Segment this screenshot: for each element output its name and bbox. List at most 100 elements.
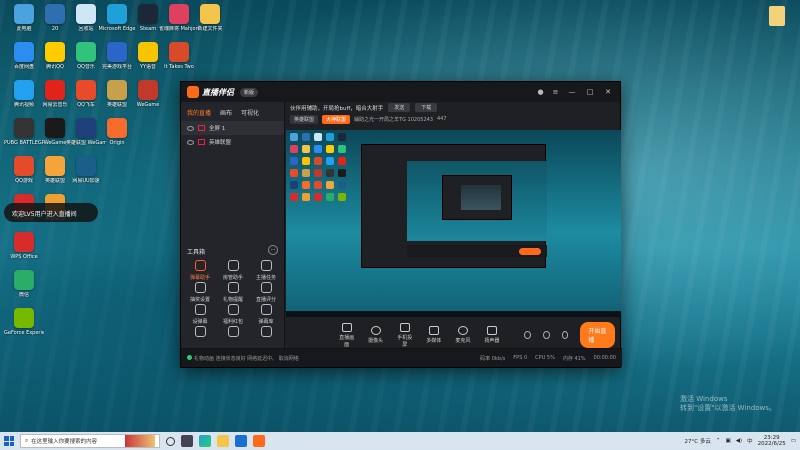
ime-indicator[interactable]: 中 [747, 437, 753, 445]
desktop-icon[interactable]: 新建文件夹 [190, 4, 230, 32]
preview-icon [338, 181, 346, 189]
preview-icon [314, 169, 322, 177]
edge-icon[interactable] [199, 435, 211, 447]
preview-icon [314, 181, 322, 189]
source-control-button[interactable]: 扬声器 [483, 326, 500, 344]
version-badge[interactable]: 新版 [240, 87, 259, 97]
scene-item[interactable]: 全屏 1 [181, 121, 284, 135]
desktop-icon[interactable]: Origin [97, 118, 137, 146]
desktop-file-icon[interactable] [766, 6, 788, 26]
status-memory: 内存 41% [562, 355, 586, 362]
toolbox-item[interactable]: 直播评分 [251, 282, 281, 303]
preview-icon [302, 145, 310, 153]
app-titlebar: 直播伴侣 新版 ● ≡ — □ ✕ [181, 82, 620, 102]
desktop-icon-label: Origin [109, 140, 125, 146]
search-banner [125, 435, 155, 447]
app-icon [14, 4, 34, 24]
preview-icon [290, 169, 298, 177]
category-tag[interactable]: 英雄联盟 [290, 114, 319, 124]
toolbox-item[interactable]: 抽奖设置 [185, 282, 215, 303]
close-button[interactable]: ✕ [602, 88, 614, 96]
menu-icon[interactable]: ≡ [551, 88, 560, 97]
taskbar-search[interactable]: ⌕ 在这里输入你要搜索的内容 [20, 434, 160, 448]
file-explorer-icon[interactable] [217, 435, 229, 447]
app-icon [45, 80, 65, 100]
start-live-button[interactable]: 开始直播 [580, 322, 615, 348]
category-tag[interactable]: 大神联盟 [322, 114, 351, 124]
tool-label: 弹幕库 [258, 319, 274, 325]
toolbox-item[interactable]: 弹幕助手 [185, 260, 215, 281]
preview-icon [326, 181, 334, 189]
toolbox-item[interactable] [218, 326, 248, 340]
tool-label: 房管助手 [222, 275, 243, 281]
desktop-icon[interactable]: 网易UU加速 [66, 156, 106, 184]
toolbox-item[interactable]: 房管助手 [218, 260, 248, 281]
app-icon [76, 4, 96, 24]
tab-my-live[interactable]: 我的直播 [187, 108, 211, 117]
start-button[interactable] [4, 436, 14, 446]
toolbox-item[interactable]: 主播任务 [251, 260, 281, 281]
preview-icon [326, 145, 334, 153]
source-control-label: 摄像头 [368, 338, 384, 344]
weather-widget[interactable]: 27°C 多云 [685, 437, 711, 445]
maximize-button[interactable]: □ [584, 88, 596, 96]
scene-item[interactable]: 英雄联盟 [181, 135, 284, 149]
tool-label: 礼物提醒 [222, 297, 243, 303]
toolbox-item[interactable] [251, 326, 281, 340]
toolbox-item[interactable]: 设弹幕 [185, 304, 215, 325]
preview-icon [302, 169, 310, 177]
search-icon: ⌕ [25, 437, 29, 444]
source-control-button[interactable]: 直播画面 [338, 322, 355, 348]
volume-icon[interactable]: ◀) [736, 438, 742, 444]
settings-icon[interactable] [561, 331, 569, 339]
eye-icon[interactable] [187, 125, 194, 131]
toolbox-item[interactable]: 弹幕库 [251, 304, 281, 325]
more-icon[interactable]: ··· [268, 245, 278, 255]
source-control-icon [486, 326, 497, 335]
source-control-button[interactable]: 麦克风 [454, 326, 471, 344]
desktop-icon[interactable]: It Takes Two [159, 42, 199, 70]
toolbox-item[interactable] [185, 326, 215, 340]
notice-download-button[interactable]: 下载 [415, 103, 438, 112]
preview-icon [290, 133, 298, 141]
tab-canvas[interactable]: 画布 [220, 108, 232, 117]
toolbox-item[interactable]: 福利红包 [218, 304, 248, 325]
desktop-icon[interactable]: GeForce Experience [4, 308, 44, 336]
source-control-button[interactable]: 摄像头 [367, 326, 384, 344]
desktop-icon[interactable]: 微信 [4, 270, 44, 298]
tool-label: 弹幕助手 [189, 275, 210, 281]
live-app-taskbar-icon[interactable] [253, 435, 265, 447]
stream-preview[interactable] [286, 130, 621, 317]
app-icon [138, 42, 158, 62]
notice-send-button[interactable]: 发送 [388, 103, 411, 112]
tool-label: 福利红包 [222, 319, 243, 325]
folder-icon [769, 6, 785, 26]
app-icon [14, 118, 34, 138]
preview-icon [338, 157, 346, 165]
desktop-icon-label: GeForce Experience [4, 330, 44, 336]
tab-visual[interactable]: 可视化 [241, 108, 259, 117]
store-icon[interactable] [235, 435, 247, 447]
visibility-icon[interactable] [543, 331, 550, 339]
network-icon[interactable]: ▣ [725, 438, 730, 444]
record-icon[interactable] [524, 331, 532, 339]
source-control-button[interactable]: 多媒体 [425, 326, 442, 344]
preview-icon [290, 145, 298, 153]
scene-icon [198, 139, 205, 145]
cortana-icon[interactable] [166, 436, 175, 446]
eye-icon[interactable] [187, 139, 194, 145]
tray-chevron-icon[interactable]: ⌃ [716, 438, 721, 444]
desktop-icon-label: WeGame [136, 102, 160, 108]
minimize-button[interactable]: — [566, 88, 578, 96]
clock[interactable]: 23:29 2022/6/25 [758, 435, 786, 447]
notification-icon[interactable]: ▭ [791, 438, 796, 444]
desktop-icon[interactable]: WPS Office [4, 232, 44, 260]
source-control-button[interactable]: 手机投屏 [396, 322, 413, 348]
preview-taskbar [286, 311, 621, 317]
avatar[interactable]: ● [536, 88, 545, 97]
app-icon [200, 4, 220, 24]
task-view-icon[interactable] [181, 435, 193, 447]
toolbox-item[interactable]: 礼物提醒 [218, 282, 248, 303]
preview-icon [326, 193, 334, 201]
desktop-icon[interactable]: WeGame [128, 80, 168, 108]
